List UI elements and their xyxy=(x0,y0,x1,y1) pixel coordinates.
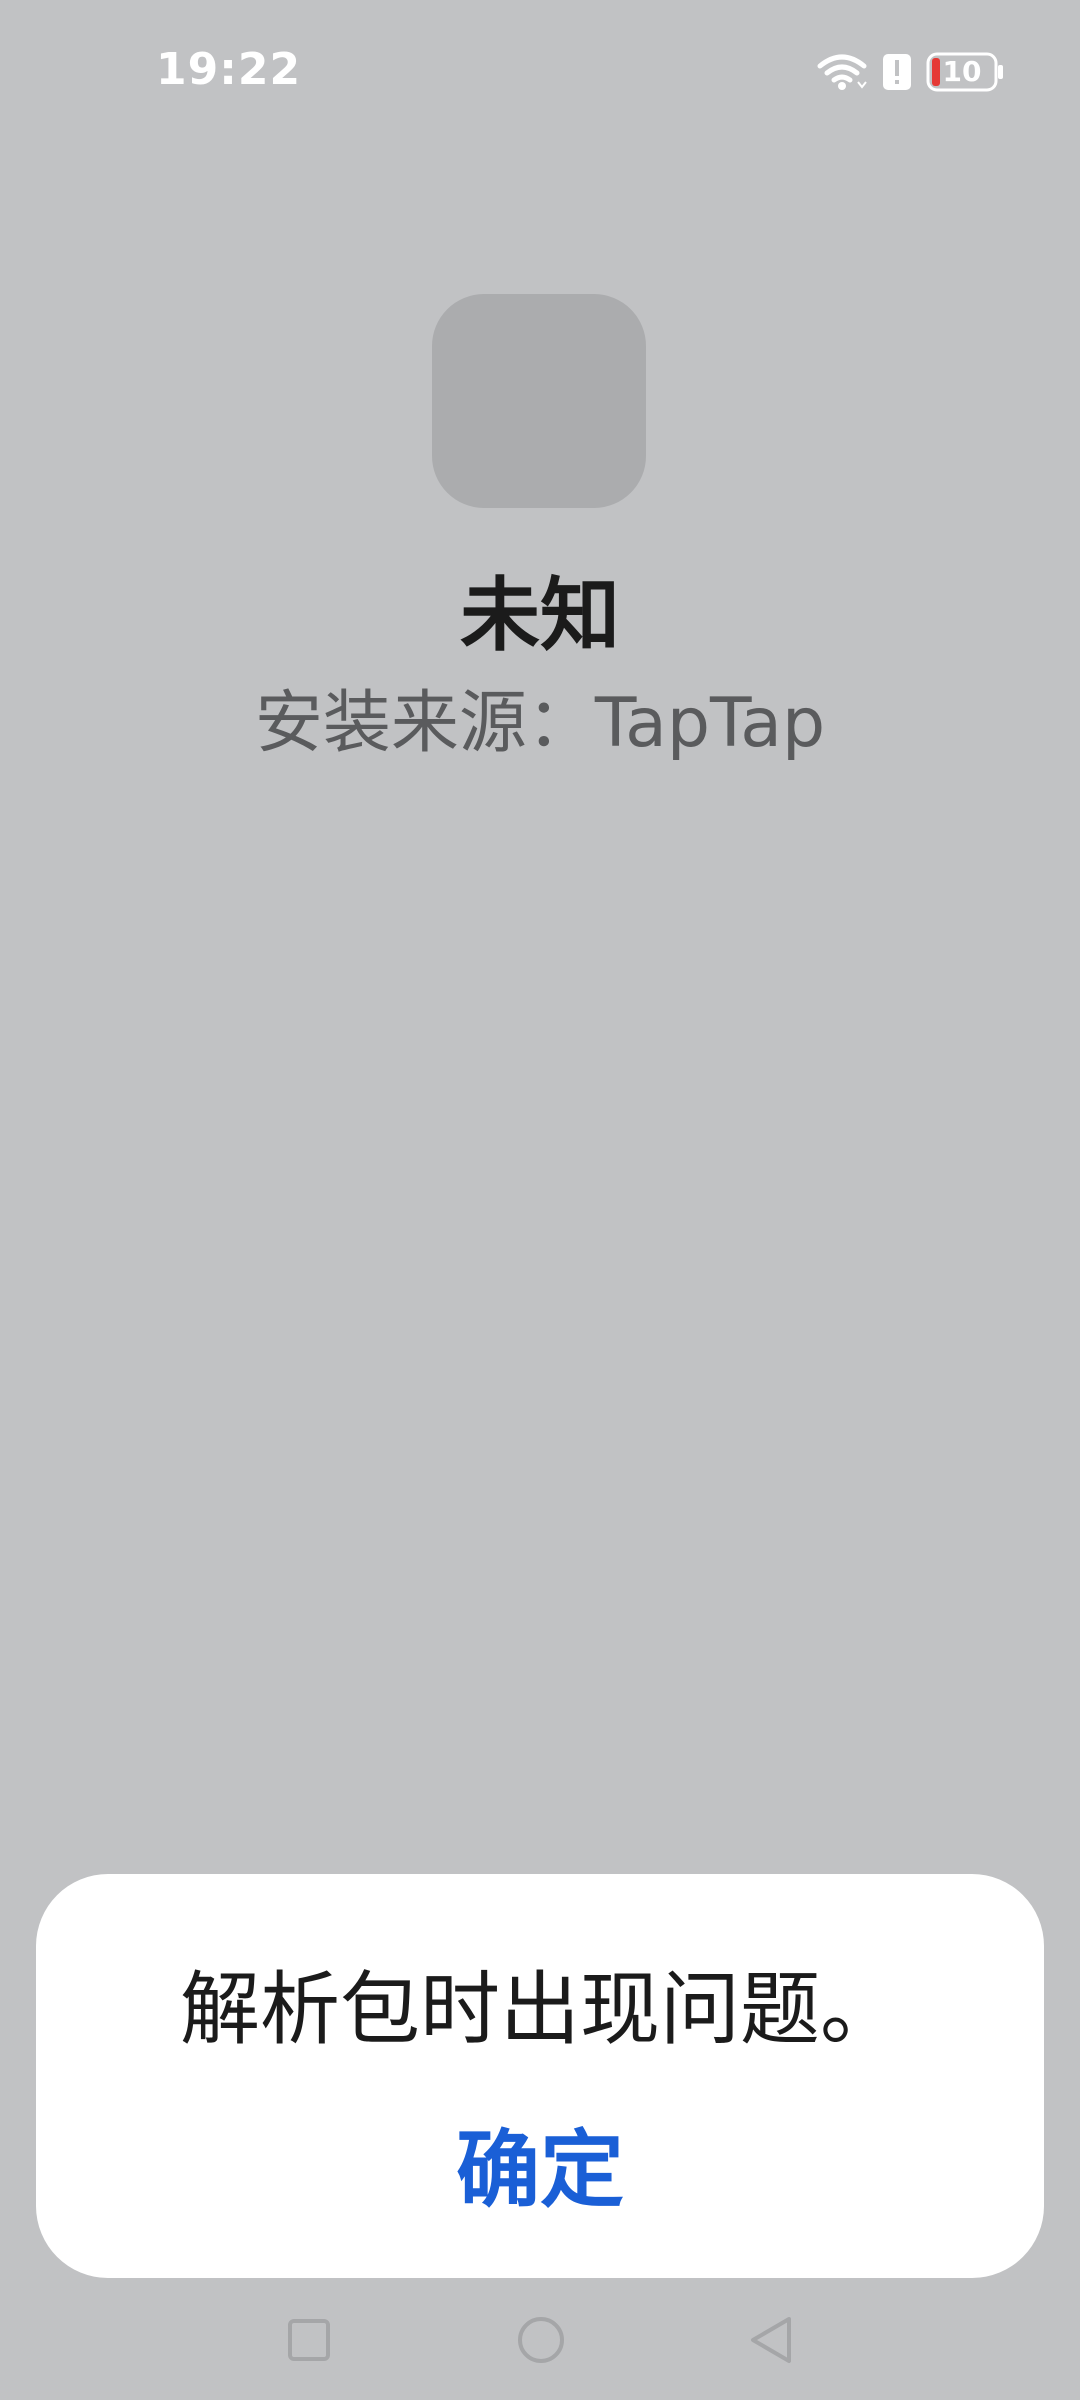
app-name: 未知 xyxy=(460,569,620,662)
dialog-message: 解析包时出现问题。 xyxy=(180,1963,900,2056)
back-icon[interactable] xyxy=(726,2300,816,2380)
recent-apps-icon[interactable] xyxy=(264,2300,354,2380)
error-dialog: 解析包时出现问题。 确定 xyxy=(36,1874,1044,2278)
status-bar: 19:22 10 xyxy=(0,0,1080,150)
install-source: 安装来源：TapTap xyxy=(254,684,826,763)
alert-icon xyxy=(882,53,912,91)
status-icons: 10 xyxy=(816,50,1004,94)
status-time: 19:22 xyxy=(156,44,302,95)
confirm-button[interactable]: 确定 xyxy=(390,2108,690,2219)
wifi-icon xyxy=(816,52,868,92)
navigation-bar xyxy=(0,2300,1080,2400)
home-icon[interactable] xyxy=(496,2300,586,2380)
battery-level: 10 xyxy=(942,55,982,88)
app-icon xyxy=(432,294,646,508)
battery-icon: 10 xyxy=(926,52,1004,92)
